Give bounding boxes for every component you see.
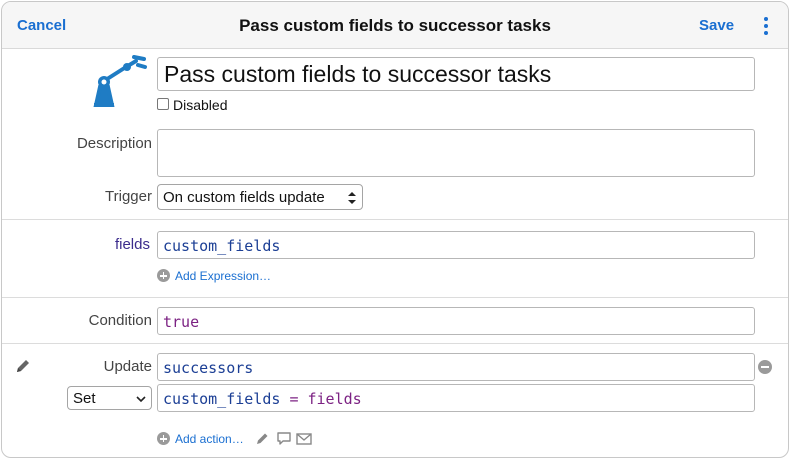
select-arrows-icon <box>348 192 356 204</box>
expression-value: custom_fields <box>163 237 281 255</box>
description-label: Description <box>76 135 152 152</box>
chevron-down-icon <box>136 396 146 403</box>
condition-value: true <box>163 313 200 331</box>
disabled-checkbox[interactable] <box>157 98 169 110</box>
section-divider <box>2 343 788 344</box>
section-divider <box>2 219 788 220</box>
add-action-link[interactable]: Add action… <box>175 432 244 446</box>
mail-icon[interactable] <box>296 433 312 445</box>
action-mode-select[interactable]: Set <box>67 386 152 410</box>
page-title: Pass custom fields to successor tasks <box>239 16 551 35</box>
expression-input[interactable]: custom_fields <box>157 231 755 259</box>
add-action-plus-icon[interactable] <box>157 432 170 445</box>
expression-variable-name: fields <box>114 236 150 253</box>
header-bar: Cancel Pass custom fields to successor t… <box>2 2 788 49</box>
section-divider <box>2 297 788 298</box>
pencil-icon[interactable] <box>14 357 32 375</box>
assignment-input[interactable]: custom_fields = fields <box>157 384 755 412</box>
add-expression-plus-icon[interactable] <box>157 269 170 282</box>
pencil-icon[interactable] <box>255 431 270 446</box>
trigger-select[interactable]: On custom fields update <box>157 184 363 210</box>
trigger-label: Trigger <box>105 188 152 205</box>
assignment-right: fields <box>307 390 362 408</box>
add-expression-link[interactable]: Add Expression… <box>175 269 271 283</box>
save-button[interactable]: Save <box>699 17 734 34</box>
update-target-input[interactable]: successors <box>157 353 755 381</box>
minus-circle-icon[interactable] <box>758 360 772 374</box>
action-mode-value: Set <box>73 390 96 407</box>
assignment-left: custom_fields <box>163 390 281 408</box>
condition-label: Condition <box>88 312 152 329</box>
trigger-select-value: On custom fields update <box>163 189 325 206</box>
rule-editor-window: Cancel Pass custom fields to successor t… <box>1 1 789 458</box>
assignment-operator: = <box>289 390 299 408</box>
comment-icon[interactable] <box>276 431 292 446</box>
condition-input[interactable]: true <box>157 307 755 335</box>
vertical-ellipsis-icon[interactable] <box>758 15 774 37</box>
update-target-value: successors <box>163 359 254 377</box>
description-textarea[interactable] <box>157 129 755 177</box>
disabled-label: Disabled <box>173 97 228 113</box>
update-label: Update <box>103 358 152 375</box>
rule-name-input[interactable]: Pass custom fields to successor tasks <box>157 57 755 91</box>
robot-arm-icon <box>93 55 147 107</box>
